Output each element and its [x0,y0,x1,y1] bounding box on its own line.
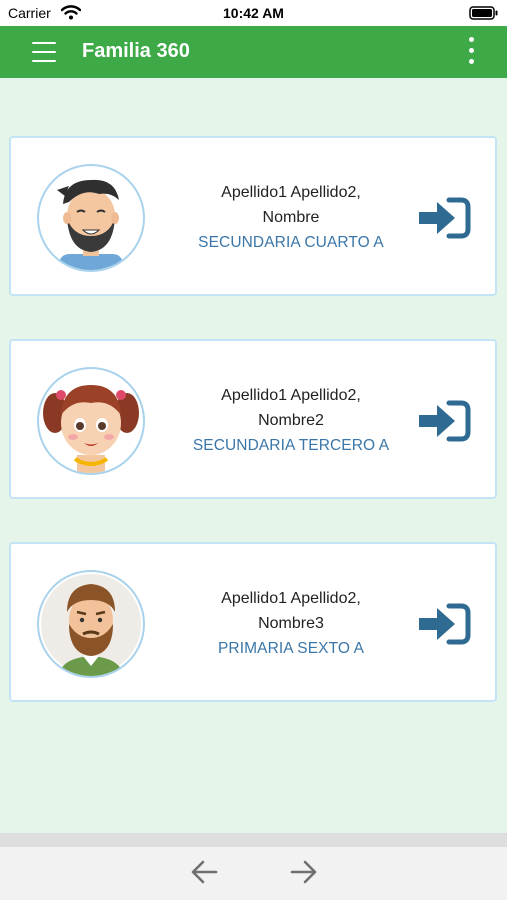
more-vertical-icon[interactable] [467,37,475,69]
student-name: Apellido1 Apellido2, Nombre3 [221,590,361,632]
bottom-divider [0,833,507,847]
arrow-right-icon[interactable] [290,859,318,885]
login-arrow-icon[interactable] [417,400,471,442]
login-arrow-icon[interactable] [417,197,471,239]
student-grade: SECUNDARIA TERCERO A [192,437,390,454]
student-name: Apellido1 Apellido2, Nombre2 [221,387,361,429]
bottom-toolbar [0,847,507,900]
student-card[interactable]: Apellido1 Apellido2, Nombre3 PRIMARIA SE… [9,542,497,702]
battery-icon [469,6,498,20]
student-name: Apellido1 Apellido2, Nombre [221,184,361,226]
status-time: 10:42 AM [223,5,284,21]
student-grade: SECUNDARIA CUARTO A [198,234,384,251]
app-bar: Familia 360 [0,26,507,78]
man-avatar [37,164,145,272]
arrow-left-icon[interactable] [190,859,218,885]
bearded-man-avatar [37,570,145,678]
student-card[interactable]: Apellido1 Apellido2, Nombre SECUNDARIA C… [9,136,497,296]
status-bar: Carrier 10:42 AM [0,0,507,26]
hamburger-menu-icon[interactable] [32,42,56,62]
girl-avatar [37,367,145,475]
student-card[interactable]: Apellido1 Apellido2, Nombre2 SECUNDARIA … [9,339,497,499]
app-title: Familia 360 [82,40,190,62]
login-arrow-icon[interactable] [417,603,471,645]
student-grade: PRIMARIA SEXTO A [217,640,365,657]
